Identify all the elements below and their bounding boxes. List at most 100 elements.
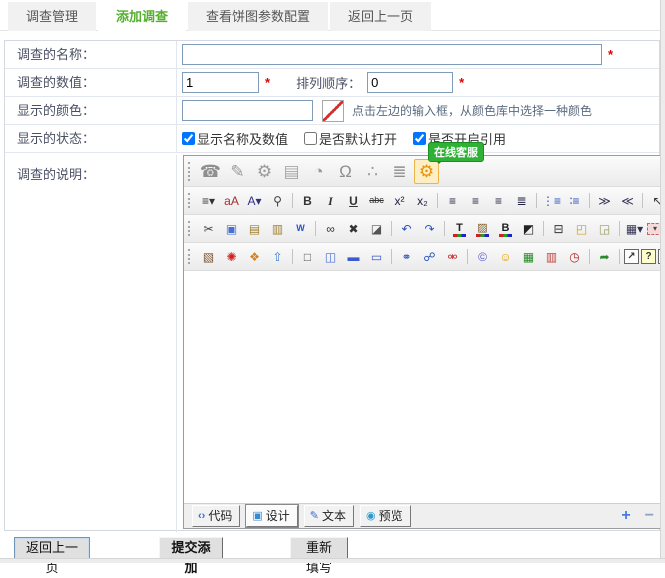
panel-icon[interactable]: ▤: [279, 159, 304, 184]
bring-front-icon[interactable]: ◰: [571, 218, 592, 239]
symbol-icon[interactable]: ©: [472, 246, 493, 267]
excel-icon[interactable]: ▦: [518, 246, 539, 267]
status-label: 显示的状态：: [5, 125, 177, 152]
color-swatch[interactable]: [322, 100, 344, 122]
redo-icon[interactable]: ↷: [419, 218, 440, 239]
send-back-icon[interactable]: ◲: [594, 218, 615, 239]
submit-button[interactable]: 提交添加: [159, 537, 223, 560]
gear-icon[interactable]: ⚙: [252, 159, 277, 184]
toolbar-drag-handle[interactable]: [188, 249, 192, 264]
flash-icon[interactable]: ✺: [221, 246, 242, 267]
marquee-icon[interactable]: ▬: [343, 246, 364, 267]
page-bottom-edge: [0, 558, 665, 563]
tab-pie-chart-config[interactable]: 查看饼图参数配置: [188, 2, 328, 31]
find-icon[interactable]: ∞: [320, 218, 341, 239]
cut-icon[interactable]: ✂: [198, 218, 219, 239]
toolbar-drag-handle[interactable]: [188, 193, 192, 208]
tab-back-previous[interactable]: 返回上一页: [330, 2, 431, 31]
bubbles-icon[interactable]: ∴: [360, 159, 385, 184]
toolbar-separator: [391, 249, 392, 264]
underline-icon[interactable]: U: [343, 190, 364, 211]
survey-name-input[interactable]: [182, 44, 602, 65]
eraser-icon[interactable]: ◪: [366, 218, 387, 239]
superscript-icon[interactable]: x²: [389, 190, 410, 211]
expand-editor-icon[interactable]: +: [621, 508, 630, 524]
back-button[interactable]: 返回上一页: [14, 537, 90, 560]
fullscreen-icon[interactable]: ↗: [624, 249, 639, 264]
emoticon-icon[interactable]: ☺: [495, 246, 516, 267]
form-row-status: 显示的状态： 显示名称及数值是否默认打开是否开启引用: [5, 125, 659, 153]
online-service-badge[interactable]: 在线客服: [428, 142, 484, 162]
image-icon[interactable]: ▧: [198, 246, 219, 267]
font-color-icon[interactable]: T: [449, 218, 470, 239]
align-right-icon[interactable]: ≡: [488, 190, 509, 211]
justify-icon[interactable]: ≣: [511, 190, 532, 211]
zoom-icon[interactable]: ⚲: [267, 190, 288, 211]
copy-icon[interactable]: ▣: [221, 218, 242, 239]
headset-icon[interactable]: Ω: [333, 159, 358, 184]
phone-icon[interactable]: ☎: [198, 159, 223, 184]
clock-icon[interactable]: ◔: [306, 159, 331, 184]
toolbar-drag-handle[interactable]: [188, 221, 192, 236]
editor-content-area[interactable]: [184, 271, 662, 503]
bold-color-icon[interactable]: B: [495, 218, 516, 239]
preview-icon: ◉: [366, 509, 376, 522]
code-tab[interactable]: ‹›代码: [192, 505, 240, 527]
textfield-icon[interactable]: ▭: [366, 246, 387, 267]
paste-word-icon[interactable]: W: [290, 218, 311, 239]
delete-icon[interactable]: ✖: [343, 218, 364, 239]
quote-doc-icon[interactable]: ➦: [594, 246, 615, 267]
tab-add-survey[interactable]: 添加调查: [98, 2, 186, 31]
checkbox-group-default-open[interactable]: 是否默认打开: [304, 129, 397, 148]
align-center-icon[interactable]: ≡: [465, 190, 486, 211]
indent-decrease-icon[interactable]: ≪: [617, 190, 638, 211]
paste-text-icon[interactable]: ▥: [267, 218, 288, 239]
align-left-icon[interactable]: ≡: [442, 190, 463, 211]
paragraph-style-icon[interactable]: ≡▾: [198, 190, 219, 211]
file-xyz-icon[interactable]: □: [297, 246, 318, 267]
toolbar-drag-handle[interactable]: [188, 162, 192, 181]
design-tab[interactable]: ▣设计: [246, 505, 297, 527]
ordered-list-icon[interactable]: ⋮≡: [541, 190, 562, 211]
reset-button[interactable]: 重新填写: [290, 537, 348, 560]
survey-value-input[interactable]: [182, 72, 259, 93]
checkbox-enable-quote[interactable]: [413, 132, 426, 145]
timer-icon[interactable]: ◷: [564, 246, 585, 267]
undo-icon[interactable]: ↶: [396, 218, 417, 239]
sort-order-input[interactable]: [367, 72, 453, 93]
list-settings-icon[interactable]: ≣: [387, 159, 412, 184]
text-tab[interactable]: ✎文本: [304, 505, 354, 527]
italic-icon[interactable]: I: [320, 190, 341, 211]
calendar-icon[interactable]: ▥: [541, 246, 562, 267]
media-icon[interactable]: ❖: [244, 246, 265, 267]
tab-survey-management[interactable]: 调查管理: [8, 2, 96, 31]
checkbox-show-name-value[interactable]: [182, 132, 195, 145]
checkbox-group-show-name-value[interactable]: 显示名称及数值: [182, 129, 288, 148]
value-label: 调查的数值：: [5, 69, 177, 96]
font-size-icon[interactable]: A▾: [244, 190, 265, 211]
paragraph-border-icon[interactable]: ⊟: [548, 218, 569, 239]
toolbar-separator: [391, 221, 392, 236]
unordered-list-icon[interactable]: ∶≡: [564, 190, 585, 211]
preview-tab[interactable]: ◉预览: [360, 505, 411, 527]
checkbox-default-open[interactable]: [304, 132, 317, 145]
hyperlink-icon[interactable]: ☍: [419, 246, 440, 267]
contrast-icon[interactable]: ◩: [518, 218, 539, 239]
paste-page-icon[interactable]: ◫: [320, 246, 341, 267]
upload-file-icon[interactable]: ⇧: [267, 246, 288, 267]
web-link-icon[interactable]: ⚭: [396, 246, 417, 267]
unlink-icon[interactable]: ⚮: [442, 246, 463, 267]
table-icon[interactable]: ▦▾: [624, 218, 645, 239]
shrink-editor-icon[interactable]: −: [645, 508, 654, 524]
font-name-icon[interactable]: aA: [221, 190, 242, 211]
help-icon[interactable]: ?: [641, 249, 656, 264]
view-tab-label: 设计: [266, 507, 290, 524]
strikethrough-icon[interactable]: abc: [366, 190, 387, 211]
bold-icon[interactable]: B: [297, 190, 318, 211]
indent-increase-icon[interactable]: ≫: [594, 190, 615, 211]
subscript-icon[interactable]: x₂: [412, 190, 433, 211]
display-color-input[interactable]: [182, 100, 313, 121]
paste-icon[interactable]: ▤: [244, 218, 265, 239]
highlight-color-icon[interactable]: ▨: [472, 218, 493, 239]
ink-brush-icon[interactable]: ✎: [225, 159, 250, 184]
